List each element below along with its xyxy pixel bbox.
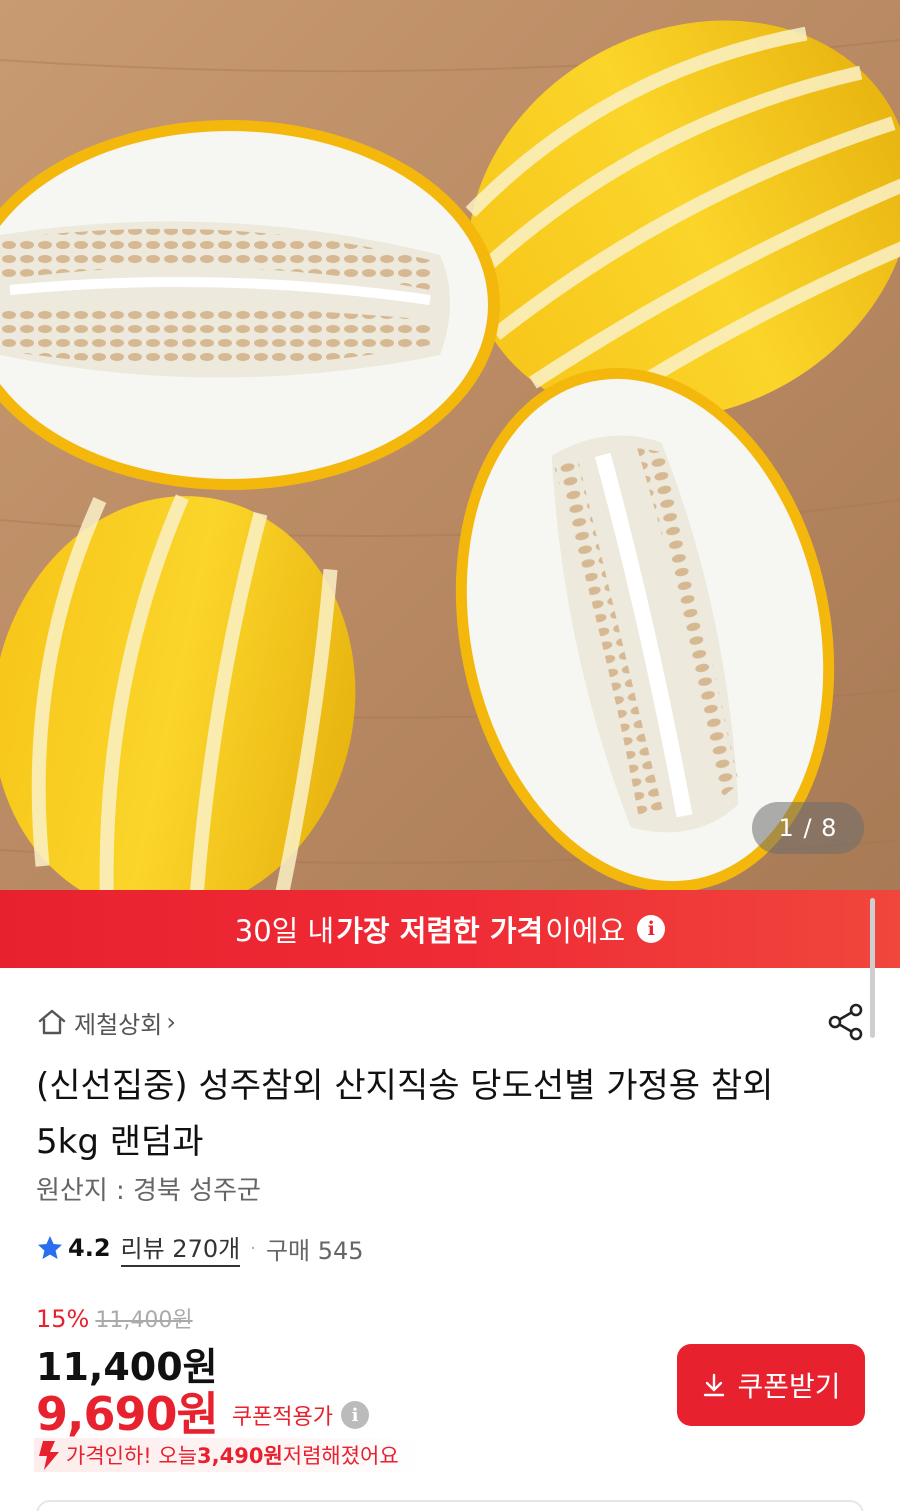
discount-percent: 15% xyxy=(36,1305,90,1333)
lowest-price-banner[interactable]: 30일 내 가장 저렴한 가격 이에요 i xyxy=(0,890,900,968)
discount-row: 15% 11,400원 xyxy=(36,1302,193,1334)
down-arrow-icon xyxy=(39,1441,59,1470)
banner-text-post: 이에요 xyxy=(545,914,626,948)
product-photo xyxy=(0,0,900,890)
coupon-info-icon[interactable]: i xyxy=(341,1401,370,1429)
product-origin: 원산지 : 경북 성주군 xyxy=(36,1176,261,1206)
share-icon[interactable] xyxy=(824,1000,868,1044)
product-image-gallery[interactable]: 1 / 8 xyxy=(0,0,900,890)
home-icon xyxy=(38,1009,66,1035)
product-title: (신선집중) 성주참외 산지직송 당도선별 가정용 참외 5kg 랜덤과 xyxy=(36,1066,774,1162)
banner-text-strong: 가장 저렴한 가격 xyxy=(336,914,544,948)
star-icon xyxy=(38,1236,62,1259)
chevron-right-icon: › xyxy=(166,1008,176,1036)
original-price: 11,400원 xyxy=(95,1308,193,1333)
download-icon xyxy=(704,1373,725,1397)
banner-text-pre: 30일 내 xyxy=(234,914,335,948)
price-drop-prefix: 가격인하! 오늘 xyxy=(66,1444,198,1468)
info-icon[interactable]: i xyxy=(637,915,666,943)
price-drop-amount: 3,490원 xyxy=(197,1444,283,1468)
separator-dot: · xyxy=(250,1237,256,1259)
rating-row: 4.2 리뷰 270개 · 구매 545 xyxy=(36,1229,364,1267)
coupon-price: 9,690원 xyxy=(36,1387,219,1441)
next-section-card xyxy=(36,1500,864,1511)
coupon-price-label: 쿠폰적용가 xyxy=(231,1405,334,1430)
price-drop-suffix: 저렴해졌어요 xyxy=(282,1444,399,1468)
reviews-link[interactable]: 리뷰 270개 xyxy=(120,1229,241,1267)
coupon-price-row: 9,690원 쿠폰적용가 i xyxy=(36,1378,370,1444)
rating-score: 4.2 xyxy=(68,1234,111,1262)
price-drop-notice: 가격인하! 오늘 3,490원 저렴해졌어요 xyxy=(34,1438,419,1472)
purchase-count: 구매 545 xyxy=(265,1236,364,1265)
store-name: 제철상회 xyxy=(74,1010,163,1039)
get-coupon-button[interactable]: 쿠폰받기 xyxy=(677,1344,865,1426)
image-page-indicator: 1 / 8 xyxy=(752,802,864,854)
coupon-button-label: 쿠폰받기 xyxy=(737,1371,841,1402)
store-link[interactable]: 제철상회 › xyxy=(36,1002,176,1042)
scrollbar[interactable] xyxy=(870,898,875,1038)
